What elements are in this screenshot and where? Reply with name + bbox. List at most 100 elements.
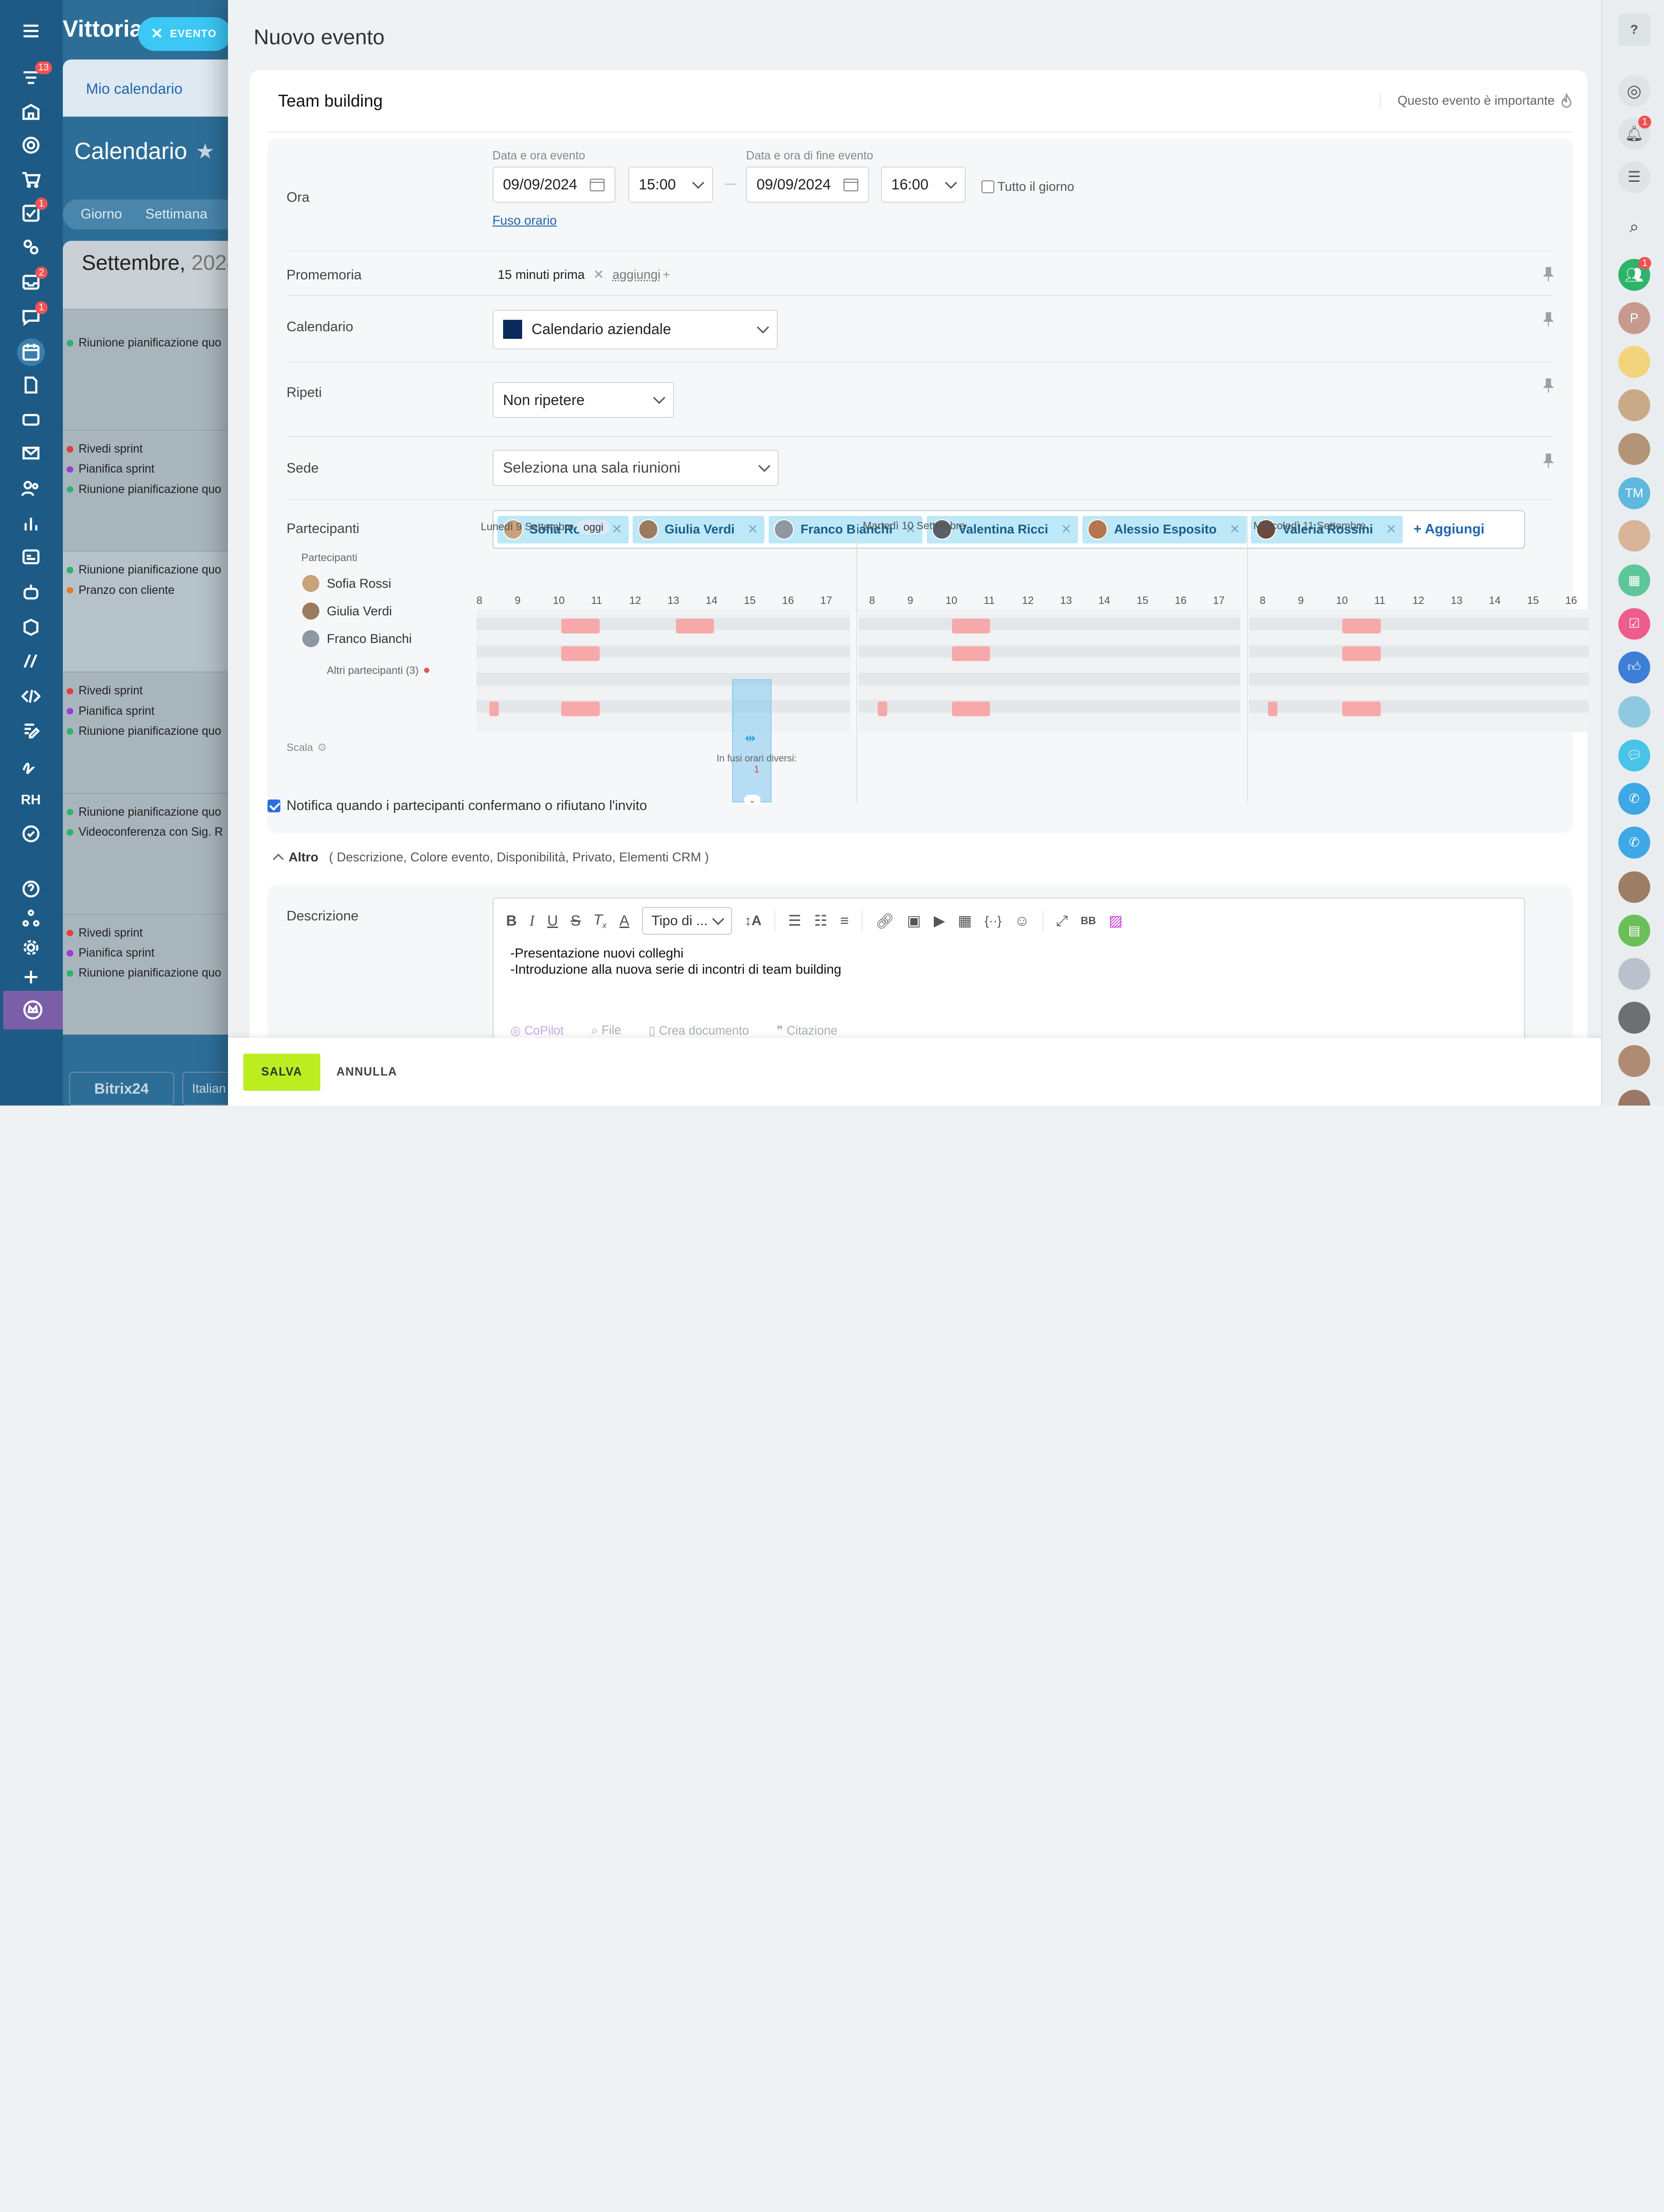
employees-icon[interactable]	[19, 476, 42, 500]
bullet-list-icon[interactable]: ☷	[814, 912, 827, 929]
check-circle-icon[interactable]	[19, 822, 42, 846]
save-button[interactable]: SALVA	[243, 1054, 321, 1091]
pin-icon[interactable]	[1543, 453, 1554, 468]
reports-icon[interactable]	[19, 512, 42, 535]
day-cell[interactable]: Rivedi sprint Pianifica sprint Riunione pi…	[63, 430, 243, 551]
documents-icon[interactable]	[19, 374, 42, 397]
robot-icon[interactable]	[19, 581, 42, 604]
calendar-event[interactable]: Pranzo con cliente	[63, 580, 243, 600]
mail-icon[interactable]	[19, 442, 42, 465]
start-time-select[interactable]: 15:00	[628, 167, 713, 203]
add-icon[interactable]	[19, 966, 42, 989]
format-select[interactable]: Tipo di ...	[642, 907, 732, 935]
signature-icon[interactable]	[19, 753, 42, 777]
numbered-list-icon[interactable]: ☰	[788, 912, 802, 929]
scale-control[interactable]: Scala ⚙	[287, 741, 327, 754]
italic-icon[interactable]: I	[530, 912, 535, 929]
tab-day[interactable]: Giorno	[80, 207, 122, 222]
contacts-icon[interactable]: 👥︎ 1	[1618, 259, 1650, 291]
bell-icon[interactable]: 🔔︎ 1	[1618, 118, 1650, 149]
copilot-icon[interactable]: ◎	[1618, 75, 1650, 107]
text-color-icon[interactable]: A	[619, 912, 629, 929]
avatar[interactable]	[1618, 871, 1650, 903]
calendar-select[interactable]: Calendario aziendale	[493, 310, 778, 349]
start-date-input[interactable]: 09/09/2024	[493, 167, 616, 203]
drag-handle-icon[interactable]: ⇹	[745, 731, 755, 746]
store-icon[interactable]	[19, 615, 42, 639]
calendar-event[interactable]: Riunione pianificazione quo	[63, 480, 243, 500]
feed-icon[interactable]: 13	[19, 66, 42, 89]
day-cell[interactable]: Riunione pianificazione quo Pranzo con cl…	[63, 551, 243, 672]
rh-label[interactable]: RH	[19, 789, 42, 812]
cancel-button[interactable]: ANNULLA	[337, 1054, 397, 1091]
image-icon[interactable]: ▣	[907, 912, 921, 929]
search-icon[interactable]: ⌕	[1618, 211, 1650, 243]
avatar[interactable]: P	[1618, 302, 1650, 334]
messages-icon[interactable]: ☰	[1618, 161, 1650, 193]
code-icon[interactable]: {··}	[985, 914, 1002, 928]
description-text[interactable]: -Presentazione nuovi colleghi -Introduzi…	[510, 945, 841, 977]
structure-icon[interactable]	[19, 906, 42, 929]
remove-icon[interactable]: ✕	[593, 267, 604, 282]
avatar[interactable]	[1618, 696, 1650, 728]
company-icon[interactable]	[19, 100, 42, 123]
avatar[interactable]: TM	[1618, 477, 1650, 509]
calendar-event[interactable]: Videoconferenza con Sig. R	[63, 822, 243, 842]
code-icon[interactable]	[19, 684, 42, 708]
planner-day-grid[interactable]	[859, 609, 1241, 732]
edit-icon[interactable]	[19, 720, 42, 743]
event-name-input[interactable]: Team building	[278, 91, 383, 111]
copilot-image-icon[interactable]: ▨	[1109, 912, 1122, 929]
avatar[interactable]	[1618, 1002, 1650, 1034]
menu-icon[interactable]	[19, 19, 42, 42]
calendar-event[interactable]: Riunione pianificazione quo	[63, 333, 243, 353]
bold-icon[interactable]: B	[506, 912, 517, 929]
settings-icon[interactable]	[19, 936, 42, 959]
chat-icon[interactable]: 1	[19, 306, 42, 329]
align-icon[interactable]: ≡	[840, 912, 849, 929]
calendar-event[interactable]: Riunione pianificazione quo	[63, 560, 243, 580]
tasks-chat-icon[interactable]: ☑	[1618, 608, 1650, 640]
strikethrough-icon[interactable]: S	[571, 912, 581, 929]
calendar-event[interactable]: Pianifica sprint	[63, 943, 243, 963]
link-icon[interactable]: 🔗︎	[875, 912, 894, 930]
calendar-chat-icon[interactable]: ▦	[1618, 564, 1650, 596]
phone-icon[interactable]: ✆	[1618, 827, 1650, 859]
gear-icon[interactable]: ⚙	[317, 741, 327, 754]
avatar[interactable]	[1618, 389, 1650, 421]
description-editor[interactable]: B I U S Tx A Tipo di ... ↕A ☰ ☷ ≡ 🔗︎ ▣ ▶…	[493, 898, 1525, 1046]
create-document-button[interactable]: ▯ Crea documento	[649, 1024, 749, 1038]
avatar[interactable]	[1618, 346, 1650, 378]
bbcode-icon[interactable]: BB	[1080, 915, 1096, 927]
tab-week[interactable]: Settimana	[145, 207, 207, 222]
goals-icon[interactable]	[19, 134, 42, 157]
calendar-picker-icon[interactable]	[843, 177, 859, 192]
timezone-link[interactable]: Fuso orario	[493, 213, 557, 228]
avatar[interactable]	[1618, 1090, 1650, 1106]
notify-checkbox[interactable]	[267, 800, 280, 812]
day-cell[interactable]: Rivedi sprint Pianifica sprint Riunione pi…	[63, 672, 243, 792]
underline-icon[interactable]: U	[547, 912, 558, 929]
day-cell[interactable]: Riunione pianificazione quo Videoconferen…	[63, 793, 243, 914]
day-cell[interactable]: Riunione pianificazione quo	[63, 309, 243, 430]
phone-icon[interactable]: ✆	[1618, 783, 1650, 815]
fullscreen-icon[interactable]: ⤢	[1056, 912, 1068, 930]
all-day-checkbox[interactable]: Tutto il giorno	[981, 179, 1074, 194]
avatar[interactable]	[1618, 1045, 1650, 1077]
calendar-icon[interactable]	[17, 338, 45, 366]
automation-icon[interactable]	[19, 236, 42, 259]
planner-day-grid[interactable]	[476, 609, 850, 732]
pin-icon[interactable]	[1543, 312, 1554, 326]
room-select[interactable]: Seleziona una sala riunioni	[493, 450, 779, 486]
help-icon[interactable]	[19, 878, 42, 901]
avatar[interactable]	[1618, 958, 1650, 990]
calendar-event[interactable]: Riunione pianificazione quo	[63, 721, 243, 741]
font-size-icon[interactable]: ↕A	[745, 913, 762, 929]
shop-icon[interactable]	[19, 168, 42, 191]
help-icon[interactable]: ?	[1618, 14, 1650, 46]
end-date-input[interactable]: 09/09/2024	[746, 167, 869, 203]
pin-icon[interactable]	[1543, 378, 1554, 393]
end-time-select[interactable]: 16:00	[881, 167, 966, 203]
plus-icon[interactable]: +	[663, 267, 670, 282]
calendar-event[interactable]: Pianifica sprint	[63, 459, 243, 479]
